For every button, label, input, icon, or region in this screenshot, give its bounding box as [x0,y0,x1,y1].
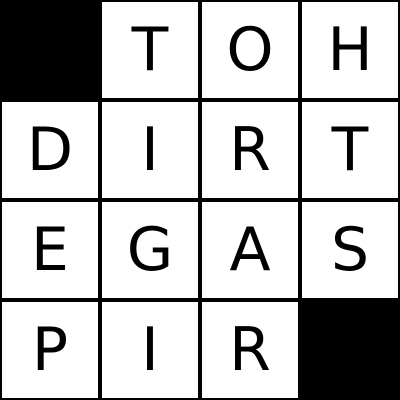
grid-cell-r0-c2[interactable]: O [200,0,300,100]
grid-cell-r3-c3-block [300,300,400,400]
grid-cell-r0-c3[interactable]: H [300,0,400,100]
grid-cell-r2-c2[interactable]: A [200,200,300,300]
grid-cell-r3-c1[interactable]: I [100,300,200,400]
grid-cell-r1-c0[interactable]: D [0,100,100,200]
grid-cell-r3-c2[interactable]: R [200,300,300,400]
grid-cell-r1-c3[interactable]: T [300,100,400,200]
crossword-grid: T O H D I R T E G A S P I R [0,0,400,400]
grid-cell-r1-c1[interactable]: I [100,100,200,200]
grid-cell-r2-c1[interactable]: G [100,200,200,300]
grid-cell-r1-c2[interactable]: R [200,100,300,200]
grid-cell-r0-c1[interactable]: T [100,0,200,100]
grid-cell-r2-c3[interactable]: S [300,200,400,300]
grid-cell-r0-c0-block [0,0,100,100]
grid-cell-r2-c0[interactable]: E [0,200,100,300]
grid-cell-r3-c0[interactable]: P [0,300,100,400]
